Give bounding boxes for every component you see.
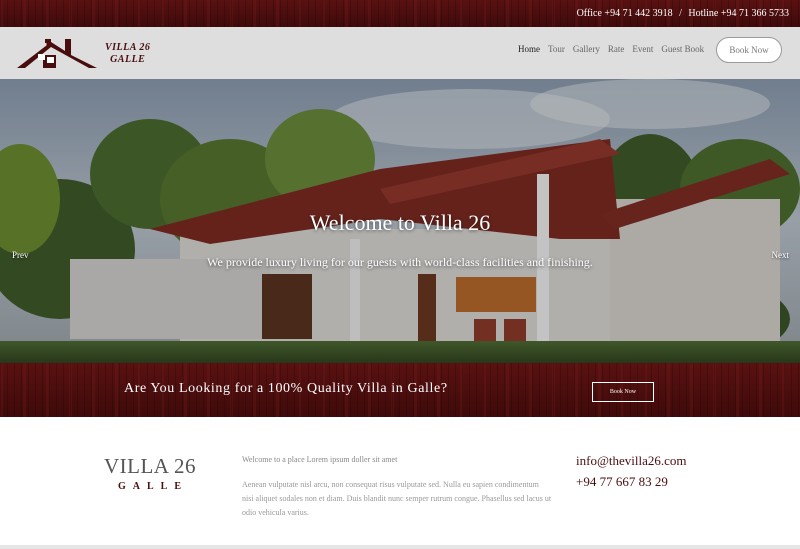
cta-book-now-button[interactable]: Book Now	[592, 382, 654, 402]
contact-separator: /	[679, 8, 682, 19]
main-nav: Home Tour Gallery Rate Event Guest Book	[518, 44, 712, 54]
site-logo[interactable]: VILLA 26 GALLE	[17, 35, 177, 71]
about-section: VILLA 26 GALLE Welcome to a place Lorem …	[0, 417, 800, 549]
footer-logo-name: VILLA 26	[103, 454, 197, 478]
contact-email[interactable]: info@thevilla26.com	[576, 453, 687, 469]
logo-line2: GALLE	[110, 54, 146, 65]
book-now-button[interactable]: Book Now	[716, 37, 782, 63]
contact-info: Office +94 71 442 3918 / Hotline +94 71 …	[575, 8, 791, 19]
hero-slider: Welcome to Villa 26 We provide luxury li…	[0, 79, 800, 363]
contact-phone[interactable]: +94 77 667 83 29	[576, 474, 668, 490]
hotline-phone[interactable]: Hotline +94 71 366 5733	[688, 8, 789, 19]
about-body: Aenean vulputate nisl arcu, non consequa…	[242, 480, 552, 517]
slider-next-button[interactable]: Next	[772, 250, 790, 260]
hero-title: Welcome to Villa 26	[309, 210, 491, 235]
cta-band: Are You Looking for a 100% Quality Villa…	[0, 363, 800, 417]
house-icon	[17, 39, 97, 68]
site-header: VILLA 26 GALLE Home Tour Gallery Rate Ev…	[0, 27, 800, 79]
nav-tour[interactable]: Tour	[548, 44, 565, 54]
section-divider	[0, 545, 800, 549]
nav-event[interactable]: Event	[632, 44, 653, 54]
logo-line1: VILLA 26	[105, 42, 151, 53]
footer-logo-city: GALLE	[117, 481, 188, 492]
about-intro: Welcome to a place Lorem ipsum doller si…	[242, 455, 398, 464]
office-phone[interactable]: Office +94 71 442 3918	[577, 8, 673, 19]
logo-text: VILLA 26 GALLE	[105, 42, 150, 66]
slider-prev-button[interactable]: Prev	[12, 250, 29, 260]
footer-logo: VILLA 26 GALLE	[100, 454, 200, 492]
nav-guest-book[interactable]: Guest Book	[661, 44, 704, 54]
nav-home[interactable]: Home	[518, 44, 540, 54]
hero-tagline: We provide luxury living for our guests …	[207, 255, 593, 269]
top-contact-bar: Office +94 71 442 3918 / Hotline +94 71 …	[0, 0, 800, 27]
cta-question: Are You Looking for a 100% Quality Villa…	[124, 381, 448, 396]
nav-gallery[interactable]: Gallery	[573, 44, 600, 54]
nav-rate[interactable]: Rate	[608, 44, 625, 54]
